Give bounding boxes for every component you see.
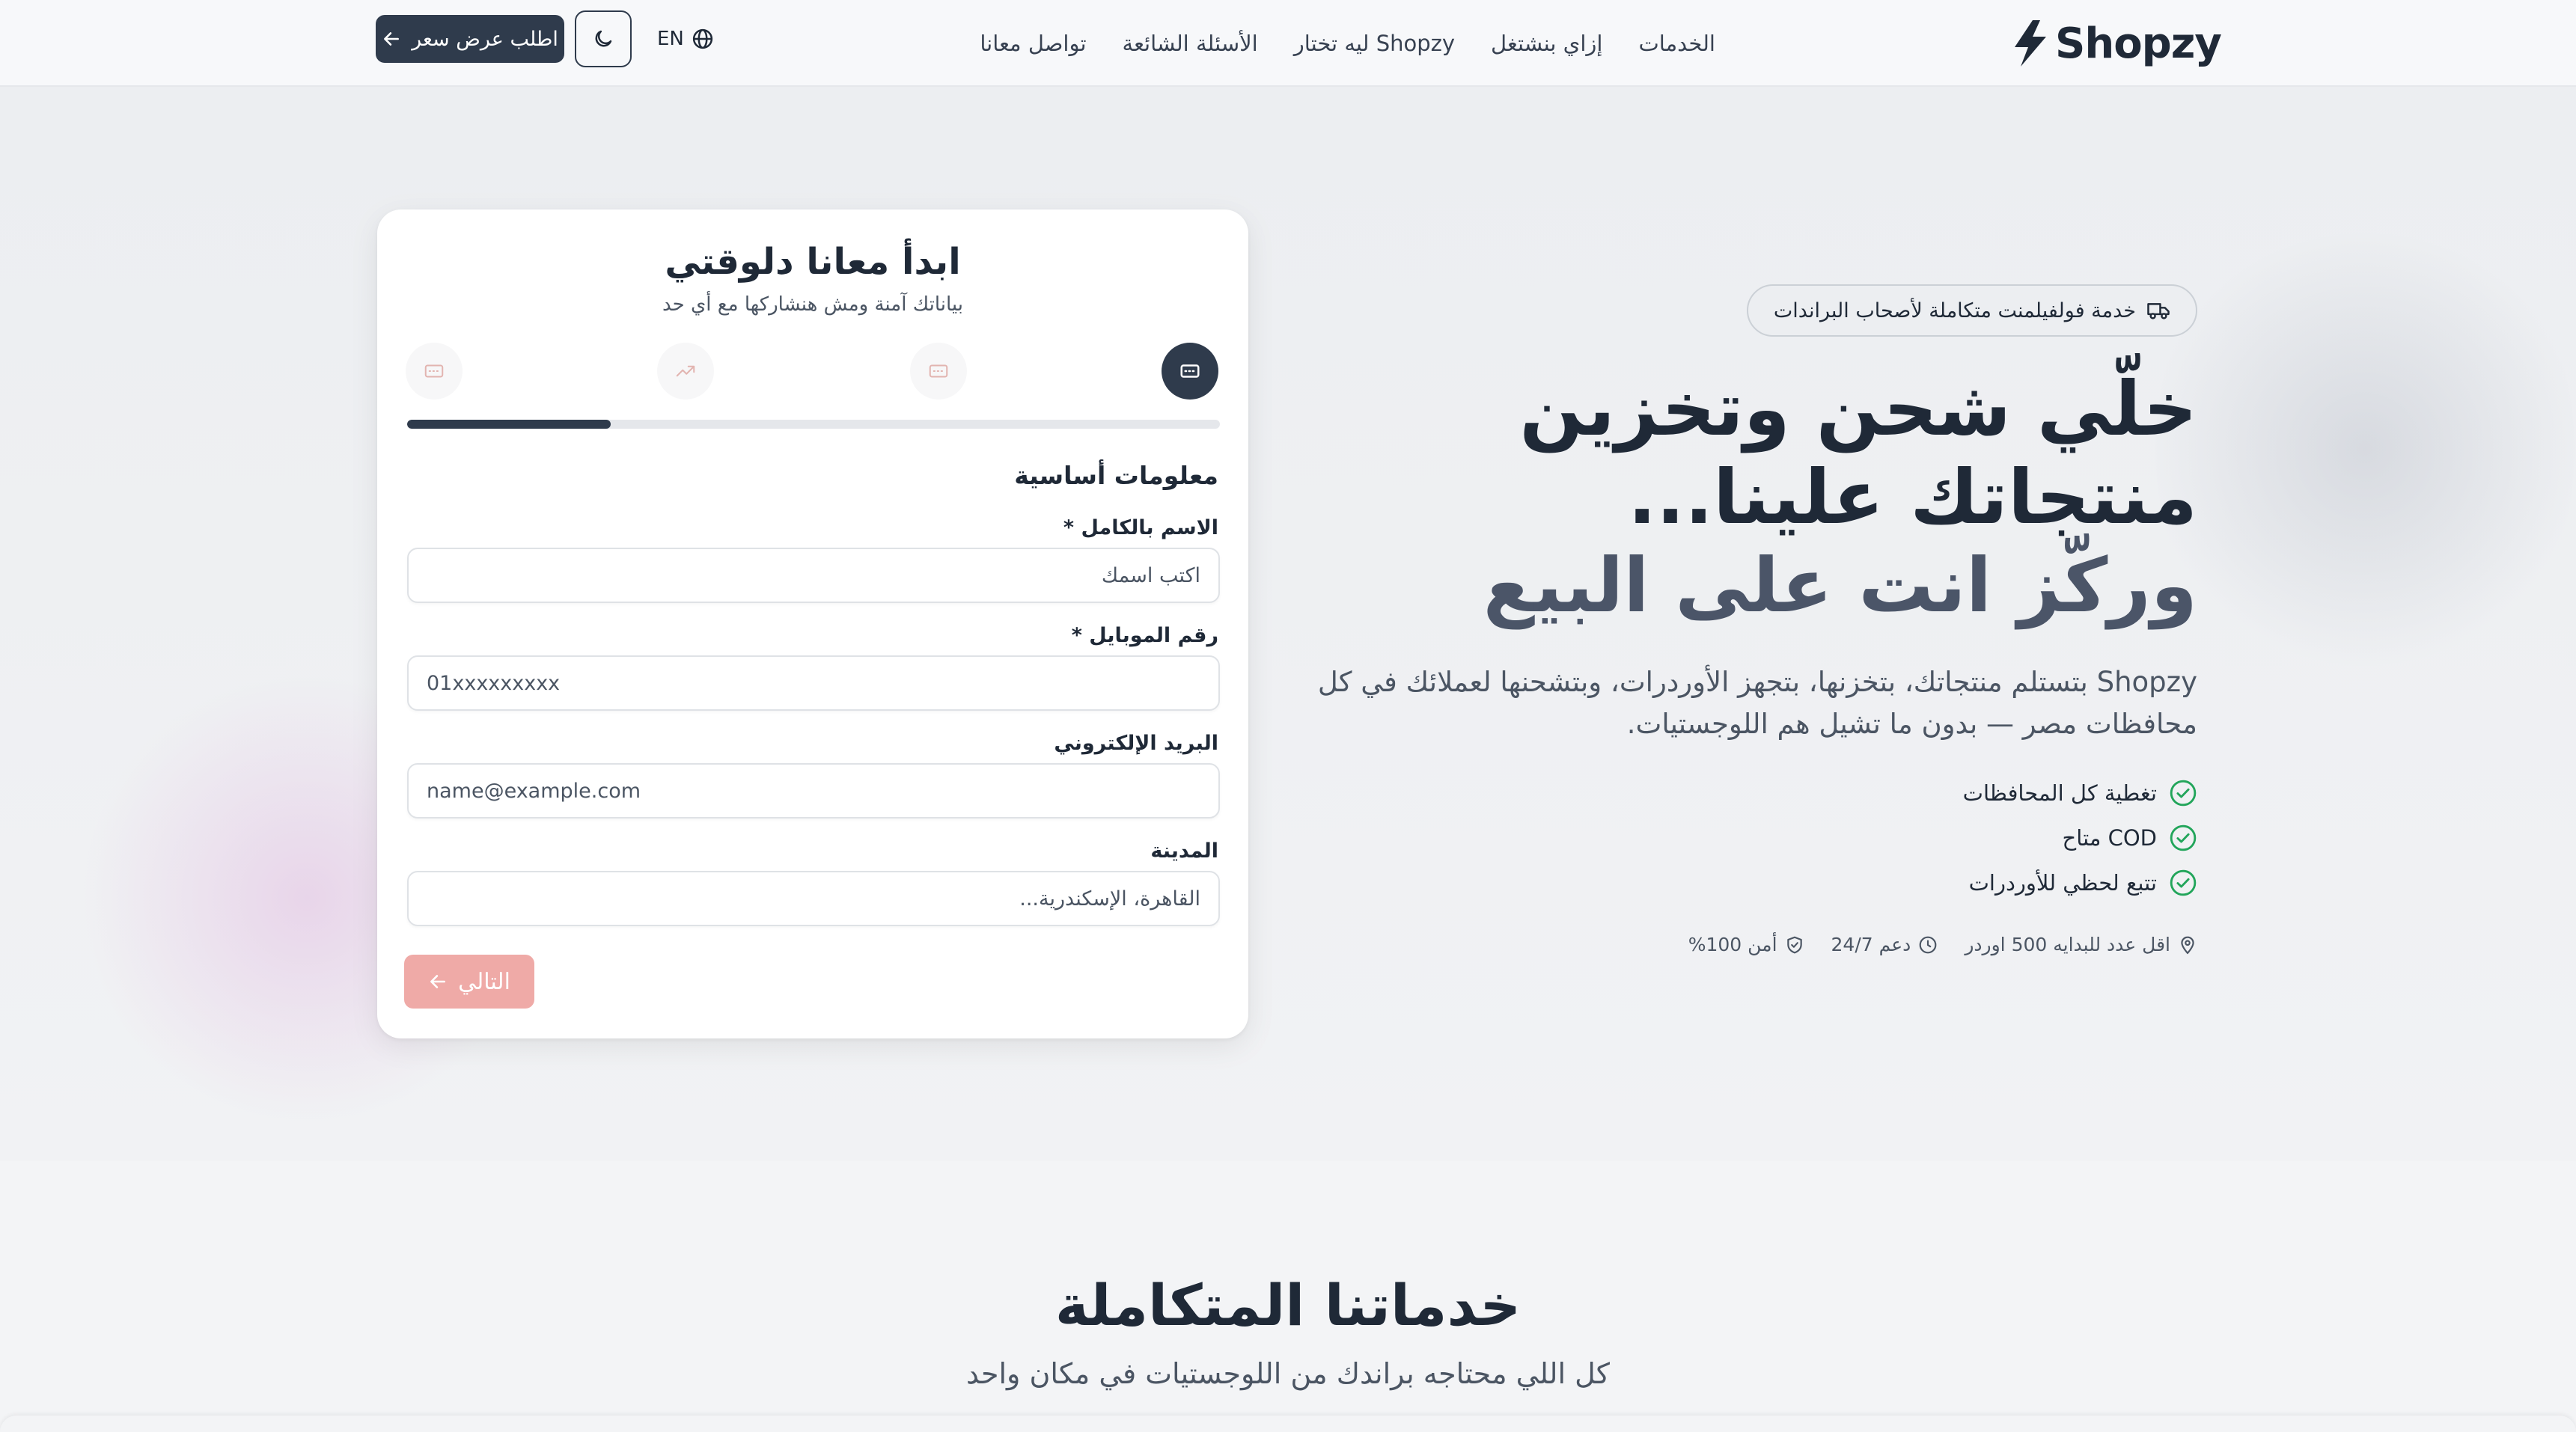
nav-link-how-we-work[interactable]: إزاي بنشتغل	[1491, 31, 1602, 56]
card-icon	[1180, 364, 1200, 378]
card-icon	[929, 364, 948, 378]
shield-icon	[1786, 936, 1802, 953]
map-pin-icon	[2181, 936, 2194, 954]
step-1-indicator[interactable]	[1162, 343, 1218, 400]
hero-badge: خدمة فولفيلمنت متكاملة لأصحاب البراندات	[1746, 284, 2197, 337]
nav-link-contact[interactable]: تواصل معانا	[980, 31, 1086, 56]
form-progress-bar	[407, 420, 1220, 429]
page: Shopzy الخدمات إزاي بنشتغل ليه تختار Sho…	[0, 0, 2576, 1432]
services-subtitle: كل اللي محتاجه براندك من اللوجستيات في م…	[966, 1357, 1610, 1390]
section-title: معلومات أساسية	[1014, 461, 1218, 490]
form-subtitle: بياناتك آمنة ومش هنشاركها مع أي حد	[662, 293, 964, 316]
hero-badge-text: خدمة فولفيلمنت متكاملة لأصحاب البراندات	[1773, 299, 2136, 322]
signup-form-card: ابدأ معانا دلوقتي بياناتك آمنة ومش هنشار…	[377, 209, 1248, 1038]
nav-link-why-shopzy[interactable]: ليه تختار Shopzy	[1294, 31, 1455, 56]
phone-input[interactable]	[407, 655, 1220, 711]
phone-label: رقم الموبايل *	[1071, 624, 1218, 647]
nav-link-faq[interactable]: الأسئلة الشائعة	[1123, 31, 1258, 56]
feature-item: تتبع لحظي للأوردرات	[1963, 860, 2197, 905]
theme-toggle-button[interactable]	[575, 10, 632, 67]
truck-icon	[2147, 303, 2170, 319]
city-label: المدينة	[1150, 839, 1218, 863]
stat-min-orders: اقل عدد للبدايه 500 اوردر	[1965, 934, 2197, 955]
feature-text: تغطية كل المحافظات	[1962, 780, 2157, 806]
logo[interactable]: Shopzy	[2010, 10, 2222, 76]
trending-up-icon	[676, 365, 695, 377]
nav-link-services[interactable]: الخدمات	[1638, 31, 1715, 56]
moon-icon	[595, 30, 612, 47]
check-circle-icon	[2170, 780, 2197, 807]
feature-text: COD متاح	[2062, 825, 2157, 851]
lightning-icon	[2015, 20, 2046, 67]
hero-headline: خلّي شحن وتخزين منتجاتك علينا... وركّز ا…	[1317, 365, 2197, 630]
site-header: Shopzy الخدمات إزاي بنشتغل ليه تختار Sho…	[0, 0, 2576, 87]
next-button-label: التالي	[458, 969, 510, 994]
stat-text: دعم 24/7	[1831, 934, 1911, 955]
arrow-left-icon	[384, 32, 400, 46]
stat-text: أمن 100%	[1688, 934, 1777, 955]
card-icon	[424, 364, 444, 378]
form-title: ابدأ معانا دلوقتي	[665, 241, 961, 283]
check-circle-icon	[2170, 869, 2197, 896]
email-label: البريد الإلكتروني	[1054, 732, 1218, 755]
logo-text: Shopzy	[2055, 19, 2222, 68]
feature-item: COD متاح	[1963, 816, 2197, 860]
main-nav: الخدمات إزاي بنشتغل ليه تختار Shopzy الأ…	[980, 21, 1715, 66]
globe-icon	[692, 28, 713, 49]
services-title: خدماتنا المتكاملة	[1054, 1272, 1522, 1338]
next-button[interactable]: التالي	[404, 955, 534, 1009]
request-quote-button[interactable]: اطلب عرض سعر	[376, 15, 564, 63]
next-section-edge	[0, 1416, 2576, 1432]
feature-item: تغطية كل المحافظات	[1963, 771, 2197, 816]
form-progress-fill	[407, 420, 611, 429]
step-3-indicator[interactable]	[657, 343, 714, 400]
request-quote-label: اطلب عرض سعر	[412, 27, 558, 51]
stats-row: اقل عدد للبدايه 500 اوردر دعم 24/7 أمن 1…	[1688, 934, 2197, 955]
email-input[interactable]	[407, 763, 1220, 818]
decorative-blob-gray	[2155, 187, 2575, 711]
hero-description: Shopzy بتستلم منتجاتك، بتخزنها، بتجهز ال…	[1317, 666, 2197, 740]
stat-support: دعم 24/7	[1831, 934, 1938, 955]
feature-text: تتبع لحظي للأوردرات	[1968, 870, 2157, 896]
hero-headline-line2: وركّز انت على البيع	[1483, 542, 2197, 629]
full-name-input[interactable]	[407, 548, 1220, 603]
stat-security: أمن 100%	[1688, 934, 1804, 955]
feature-list: تغطية كل المحافظات COD متاح تتبع لحظي لل…	[1963, 771, 2197, 905]
hero-headline-line1: خلّي شحن وتخزين منتجاتك علينا...	[1519, 365, 2197, 541]
step-4-indicator[interactable]	[406, 343, 463, 400]
language-switch[interactable]: EN	[657, 21, 714, 57]
full-name-label: الاسم بالكامل *	[1063, 516, 1218, 539]
check-circle-icon	[2170, 824, 2197, 851]
clock-icon	[1919, 936, 1937, 953]
stat-text: اقل عدد للبدايه 500 اوردر	[1965, 934, 2170, 955]
language-label: EN	[657, 28, 684, 50]
city-input[interactable]	[407, 871, 1220, 926]
step-2-indicator[interactable]	[910, 343, 967, 400]
arrow-left-icon	[430, 975, 446, 988]
